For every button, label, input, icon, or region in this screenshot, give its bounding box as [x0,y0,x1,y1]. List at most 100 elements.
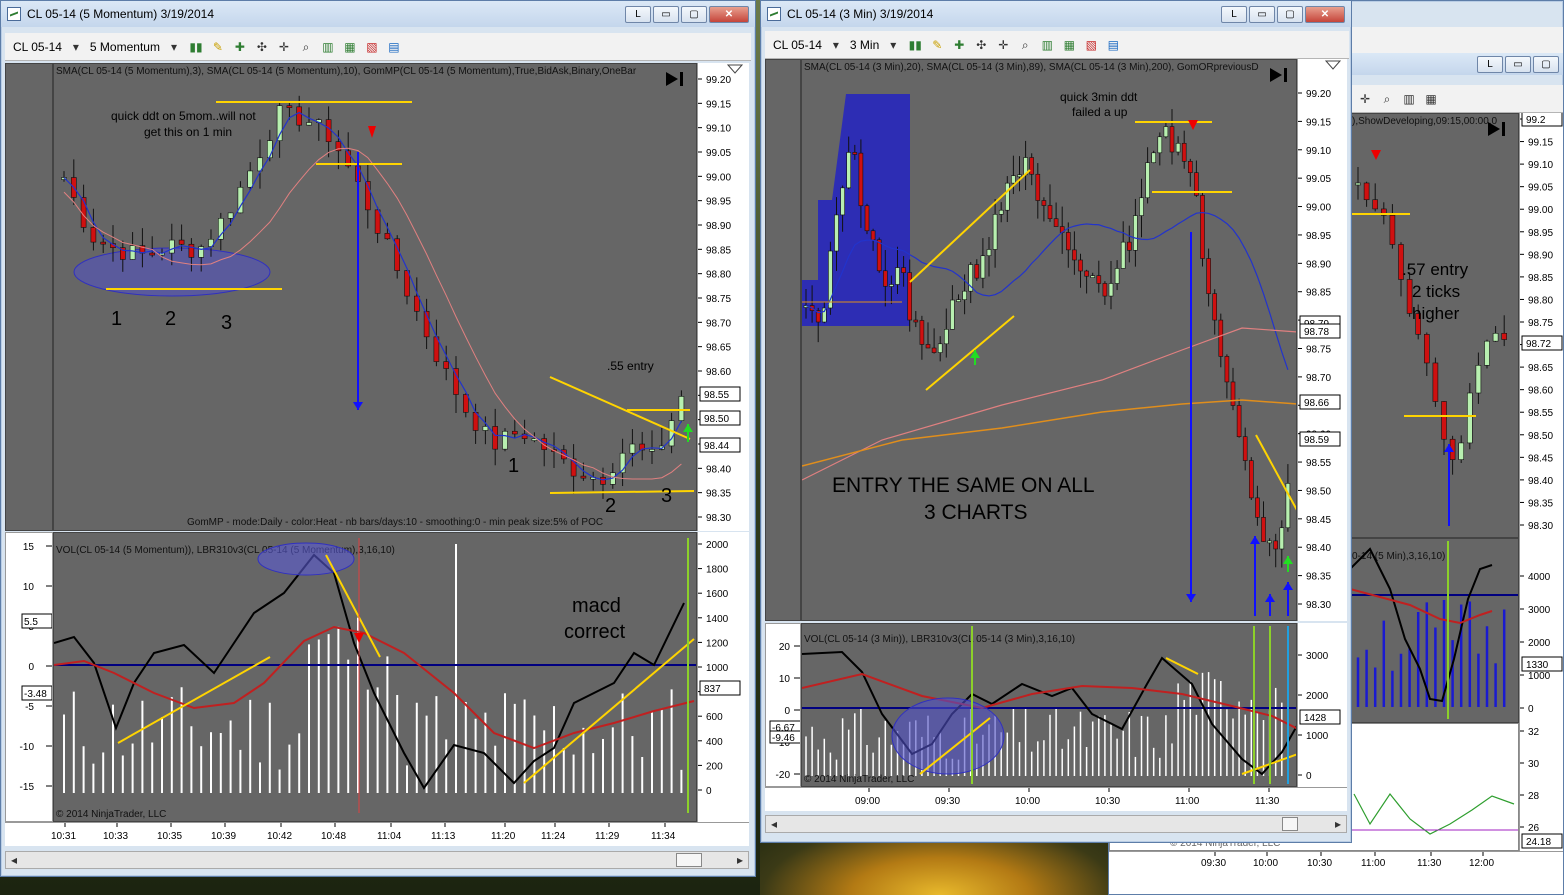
price-tick-label: 98.40 [706,464,731,475]
close-button[interactable]: ✕ [709,5,749,23]
price-candle [1432,362,1439,402]
minimize-button[interactable]: ▭ [653,5,679,23]
time-axis[interactable]: 10:31 10:33 10:35 10:39 10:42 10:48 11:04 11:13… [5,822,749,846]
maximize-button[interactable]: ▢ [1533,55,1559,73]
osc-tick-label: 20 [779,642,791,653]
gom-footer-label: GomMP - mode:Daily - color:Heat - nb bar… [187,517,604,528]
price-tick-label: 98.50 [1306,486,1331,497]
bars-icon[interactable]: ▥ [1039,37,1055,53]
chart-toolbar-2: ✛ ⌕ ▥ ▦ [1349,85,1563,113]
scroll-right-icon[interactable]: ▸ [1330,816,1346,832]
entry-note: 3 CHARTS [924,501,1028,524]
volume-osc-panel[interactable]: VOL(CL 05-14 (5 Momentum)), LBR310v3(CL … [53,532,697,822]
maximize-button[interactable]: ▢ [681,5,707,23]
scroll-left-icon[interactable]: ◂ [766,816,782,832]
scroll-left-icon[interactable]: ◂ [6,852,22,868]
sell-arrow [368,126,376,138]
volume-osc-panel[interactable]: VOL(CL 05-14 (3 Min)), LBR310v3(CL 05-14… [801,623,1297,787]
chart-window-5-momentum[interactable]: CL 05-14 (5 Momentum) 3/19/2014 L ▭ ▢ ✕ … [0,0,756,877]
price-candle [1084,270,1089,277]
price-panel[interactable]: SMA(CL 05-14 (5 Momentum),3), SMA(CL 05-… [53,63,697,531]
price-panel[interactable]: SMA(CL 05-14 (3 Min),20), SMA(CL 05-14 (… [801,59,1297,621]
volume-axis[interactable]: 4000 3000 2000 1000 0 1330 [1519,538,1563,723]
chart-icon[interactable]: ▦ [1423,91,1439,107]
drawing-pencil-icon[interactable]: ✎ [929,37,945,53]
long-arrow-head [1250,536,1260,544]
crosshair-icon[interactable]: ✛ [1357,91,1373,107]
price-tick-label: 98.55 [1306,458,1331,469]
long-arrow-head [1283,582,1293,590]
highlight-ellipse [891,697,1005,775]
volume-tick-label: 3000 [1528,605,1551,616]
restore-button[interactable]: L [1477,55,1503,73]
price-candle [1372,199,1379,210]
bars-icon[interactable]: ▥ [320,39,336,55]
price-tick-label: 98.30 [706,513,731,524]
price-candle [895,267,900,285]
move-tool-icon[interactable]: ✣ [973,37,989,53]
crosshair-icon[interactable]: ✛ [995,37,1011,53]
chevron-down-icon[interactable]: ▾ [166,39,182,55]
bar-style-icon[interactable]: ▮▮ [907,37,923,53]
price-panel-5min[interactable]: ),ShowDeveloping,09:15,00:00,0 .57 entry… [1349,113,1519,538]
volume-panel[interactable]: 0-14 (5 Min),3,16,10) [1349,538,1519,723]
volume-chart-svg [54,538,696,813]
chart-data-icon[interactable]: ▦ [342,39,358,55]
time-label: 12:00 [1469,858,1494,869]
chevron-down-icon[interactable]: ▾ [885,37,901,53]
chart-data-icon[interactable]: ▦ [1061,37,1077,53]
price-axis[interactable]: 99.2099.1599.1099.0599.0098.9598.9098.85… [697,63,749,531]
osc-axis-left[interactable]: 151050-5-10-155.5-3.48 [5,532,53,822]
maximize-button[interactable]: ▢ [1277,5,1303,23]
horizontal-scrollbar[interactable]: ◂ ▸ [765,815,1347,833]
minimize-button[interactable]: ▭ [1249,5,1275,23]
price-axis[interactable]: 99.2099.1599.1099.0599.0098.9598.9098.85… [1297,59,1347,621]
scroll-thumb[interactable] [676,853,702,867]
drawing-pencil-icon[interactable]: ✎ [210,39,226,55]
price-chart-svg [802,68,1296,616]
volume-axis[interactable]: 2000180016001400120010008006004002000837 [697,532,749,822]
interval-selector[interactable]: 5 Momentum [90,40,160,54]
restore-button[interactable]: L [625,5,651,23]
scroll-thumb[interactable] [1282,817,1298,831]
titlebar: CL 05-14 (3 Min) 3/19/2014 L ▭ ▢ ✕ [761,1,1351,27]
strategy-icon[interactable]: ▧ [1083,37,1099,53]
minimize-button[interactable]: ▭ [1505,55,1531,73]
lower-axis[interactable]: 32 30 28 26 24.18 [1519,723,1563,851]
volume-axis[interactable]: 3000 2000 1000 0 1428 [1297,623,1347,787]
horizontal-scrollbar[interactable]: ◂ ▸ [5,851,749,869]
plus-tool-icon[interactable]: ✚ [232,39,248,55]
zoom-icon[interactable]: ⌕ [1379,91,1395,107]
price-candle [1279,527,1285,550]
chevron-down-icon[interactable]: ▾ [828,37,844,53]
price-candle [129,245,136,260]
scroll-right-icon[interactable]: ▸ [732,852,748,868]
close-button[interactable]: ✕ [1305,5,1345,23]
price-axis[interactable]: 99.2099.1599.1099.0599.0098.9598.9098.85… [1519,113,1563,538]
time-axis[interactable]: 09:30 10:00 10:30 11:00 11:30 12:00 [1109,851,1563,894]
strategy-icon[interactable]: ▧ [364,39,380,55]
osc-axis-left[interactable]: 20100-10-20-6.67-9.46 [765,623,801,787]
time-axis[interactable]: 09:00 09:30 10:00 10:30 11:00 11:30 [765,787,1347,811]
osc-tick-label: -20 [776,770,791,781]
price-candle [950,299,955,330]
interval-selector[interactable]: 3 Min [850,38,879,52]
plus-tool-icon[interactable]: ✚ [951,37,967,53]
instrument-selector[interactable]: CL 05-14 [13,40,62,54]
zoom-icon[interactable]: ⌕ [298,39,314,55]
long-arrow-head [1265,594,1275,602]
bars-icon[interactable]: ▥ [1401,91,1417,107]
zoom-icon[interactable]: ⌕ [1017,37,1033,53]
instrument-selector[interactable]: CL 05-14 [773,38,822,52]
bar-style-icon[interactable]: ▮▮ [188,39,204,55]
crosshair-icon[interactable]: ✛ [276,39,292,55]
restore-button[interactable]: L [1221,5,1247,23]
chevron-down-icon[interactable]: ▾ [68,39,84,55]
move-tool-icon[interactable]: ✣ [254,39,270,55]
properties-icon[interactable]: ▤ [1105,37,1121,53]
chart-window-3min[interactable]: CL 05-14 (3 Min) 3/19/2014 L ▭ ▢ ✕ CL 05… [760,0,1352,843]
price-tick-label: 98.95 [1528,228,1553,239]
price-candle [974,264,980,279]
properties-icon[interactable]: ▤ [386,39,402,55]
time-label: 09:30 [1201,858,1226,869]
